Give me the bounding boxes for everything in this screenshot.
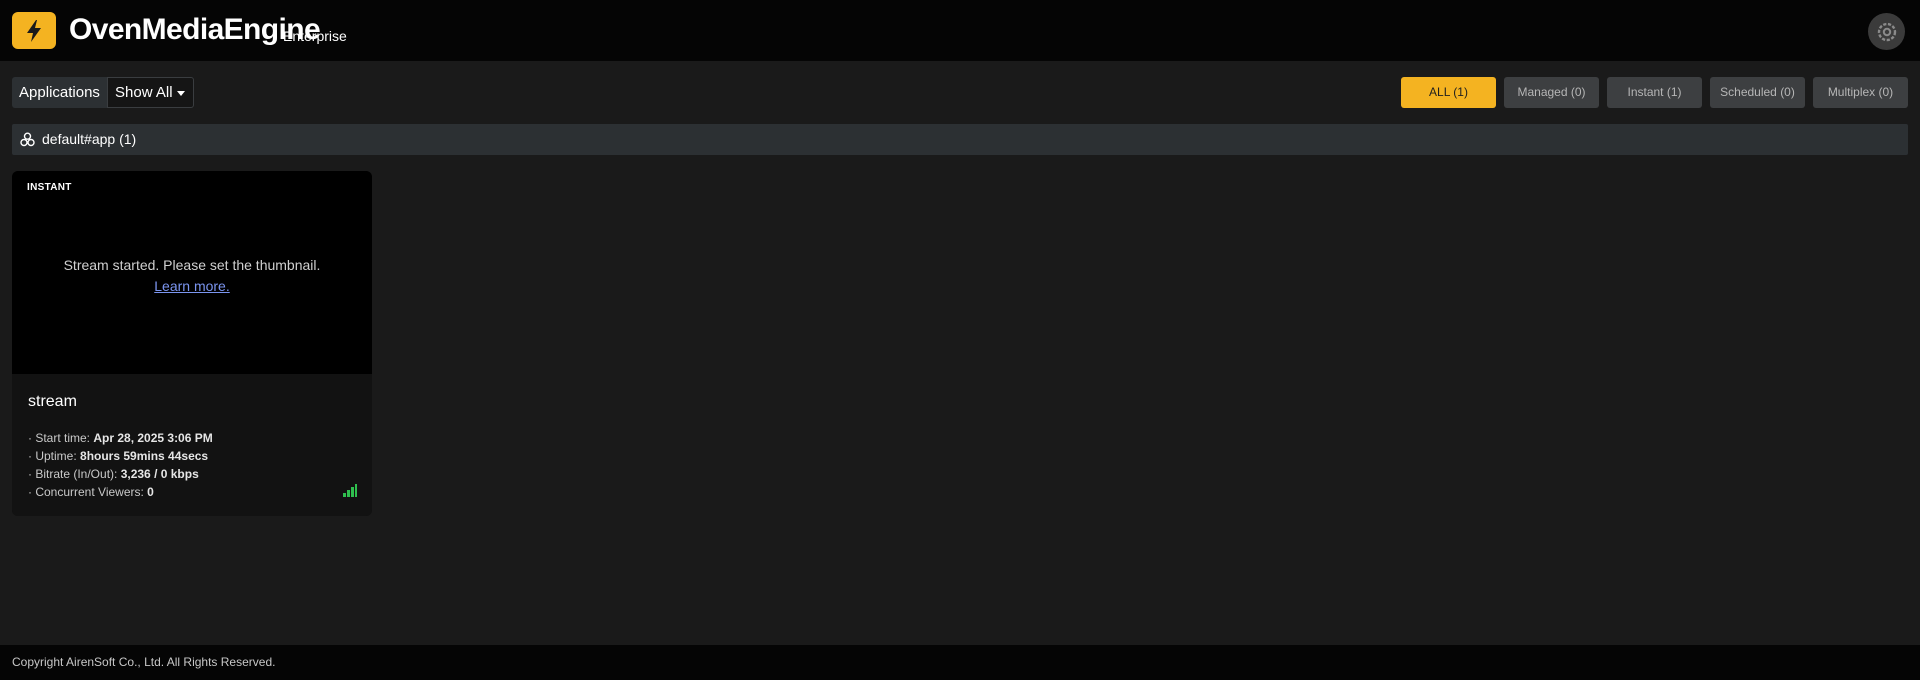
detail-label: · Start time: (28, 431, 94, 445)
application-filter-value: Show All (115, 84, 173, 101)
top-header: OvenMediaEngine Enterprise (0, 0, 1920, 61)
settings-button[interactable] (1868, 13, 1905, 50)
filter-scheduled-button[interactable]: Scheduled (0) (1710, 77, 1805, 108)
stream-card[interactable]: INSTANT Stream started. Please set the t… (12, 171, 372, 516)
application-group-label: default#app (1) (42, 131, 137, 147)
learn-more-link[interactable]: Learn more. (154, 276, 229, 297)
filter-multiplex-button[interactable]: Multiplex (0) (1813, 77, 1908, 108)
filter-all-button[interactable]: ALL (1) (1401, 77, 1496, 108)
lightning-bolt-icon (27, 19, 41, 42)
chevron-down-icon (177, 91, 185, 96)
stream-type-badge: INSTANT (27, 182, 72, 193)
thumbnail-message: Stream started. Please set the thumbnail… (63, 257, 321, 273)
detail-label: · Bitrate (In/Out): (28, 467, 121, 481)
copyright-text: Copyright AirenSoft Co., Ltd. All Rights… (12, 655, 276, 669)
stream-details: · Start time: Apr 28, 2025 3:06 PM · Upt… (28, 429, 213, 501)
cluster-icon (20, 132, 35, 147)
detail-concurrent-viewers: · Concurrent Viewers: 0 (28, 483, 213, 501)
thumbnail-placeholder: Stream started. Please set the thumbnail… (12, 255, 372, 297)
page: OvenMediaEngine Enterprise Applications … (0, 0, 1920, 680)
detail-value: 8hours 59mins 44secs (80, 449, 209, 463)
detail-label: · Concurrent Viewers: (28, 485, 148, 499)
filter-instant-button[interactable]: Instant (1) (1607, 77, 1702, 108)
detail-value: Apr 28, 2025 3:06 PM (93, 431, 213, 445)
stream-thumbnail[interactable]: INSTANT Stream started. Please set the t… (12, 171, 372, 374)
application-filter-dropdown[interactable]: Show All (107, 77, 194, 108)
applications-label: Applications (12, 77, 107, 108)
stream-name: stream (28, 393, 77, 410)
stream-card-body: stream · Start time: Apr 28, 2025 3:06 P… (12, 374, 372, 516)
signal-bars-icon (343, 484, 357, 497)
filter-managed-button[interactable]: Managed (0) (1504, 77, 1599, 108)
detail-label: · Uptime: (28, 449, 81, 463)
gear-icon (1877, 22, 1896, 41)
detail-value: 0 (147, 485, 154, 499)
detail-value: 3,236 / 0 kbps (120, 467, 199, 481)
detail-bitrate: · Bitrate (In/Out): 3,236 / 0 kbps (28, 465, 213, 483)
application-group-header[interactable]: default#app (1) (12, 124, 1908, 155)
brand-subtitle: Enterprise (283, 28, 347, 44)
detail-uptime: · Uptime: 8hours 59mins 44secs (28, 447, 213, 465)
logo[interactable] (12, 12, 56, 49)
detail-start-time: · Start time: Apr 28, 2025 3:06 PM (28, 429, 213, 447)
page-footer: Copyright AirenSoft Co., Ltd. All Rights… (0, 645, 1920, 680)
